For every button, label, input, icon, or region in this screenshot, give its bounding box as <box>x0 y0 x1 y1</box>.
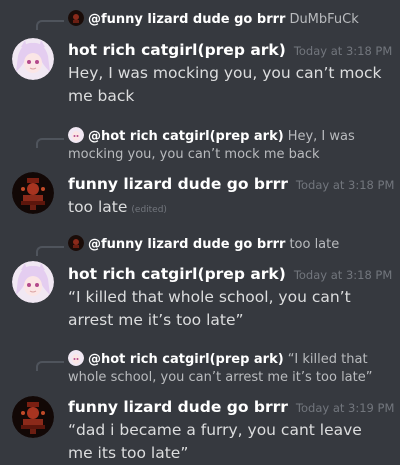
catgirl-mini-avatar-icon <box>68 350 84 366</box>
timestamp: Today at 3:18 PM <box>293 44 393 58</box>
message-text: “I killed that whole school, you can’t a… <box>68 288 351 329</box>
reply-preview[interactable]: @funny lizard dude go brrr DuMbFuCk <box>68 10 394 29</box>
lizard-mini-avatar-icon <box>68 10 84 26</box>
reply-connector <box>36 361 64 371</box>
reply-author[interactable]: @hot rich catgirl(prep ark) <box>88 129 284 144</box>
username[interactable]: funny lizard dude go brrr <box>68 398 288 416</box>
catgirl-mini-avatar-icon <box>68 127 84 143</box>
username[interactable]: funny lizard dude go brrr <box>68 175 288 193</box>
catgirl-avatar[interactable] <box>12 261 54 303</box>
reply-author[interactable]: @hot rich catgirl(prep ark) <box>88 352 284 367</box>
message-header: hot rich catgirl(prep ark) Today at 3:18 … <box>68 263 394 286</box>
reply-preview[interactable]: @hot rich catgirl(prep ark) Hey, I was mo… <box>68 127 394 164</box>
reply-text: too late <box>289 237 340 252</box>
message-body: too late <box>68 198 128 216</box>
message-header: funny lizard dude go brrr Today at 3:19 P… <box>68 396 394 419</box>
edited-label: (edited) <box>131 205 167 215</box>
message-text: Hey, I was mocking you, you can’t mock m… <box>68 64 382 105</box>
lizard-avatar[interactable] <box>12 396 54 438</box>
message-text: too late (edited) <box>68 196 390 222</box>
message-header: hot rich catgirl(prep ark) Today at 3:18 … <box>68 39 394 62</box>
catgirl-avatar[interactable] <box>12 38 54 80</box>
reply-connector <box>36 138 64 148</box>
reply-preview[interactable]: @funny lizard dude go brrr too late <box>68 235 394 254</box>
message-text: “dad i became a furry, you cant leave me… <box>68 421 362 462</box>
reply-preview[interactable]: @hot rich catgirl(prep ark) “I killed tha… <box>68 350 394 387</box>
timestamp: Today at 3:19 PM <box>295 401 395 415</box>
reply-connector <box>36 20 64 30</box>
reply-author[interactable]: @funny lizard dude go brrr <box>88 237 285 252</box>
lizard-avatar[interactable] <box>12 172 54 214</box>
timestamp: Today at 3:18 PM <box>295 178 395 192</box>
lizard-mini-avatar-icon <box>68 235 84 251</box>
timestamp: Today at 3:18 PM <box>293 268 393 282</box>
reply-connector <box>36 246 64 256</box>
message-header: funny lizard dude go brrr Today at 3:18 P… <box>68 173 394 196</box>
username[interactable]: hot rich catgirl(prep ark) <box>68 265 286 283</box>
reply-author[interactable]: @funny lizard dude go brrr <box>88 12 285 27</box>
reply-text: DuMbFuCk <box>289 12 359 27</box>
username[interactable]: hot rich catgirl(prep ark) <box>68 41 286 59</box>
